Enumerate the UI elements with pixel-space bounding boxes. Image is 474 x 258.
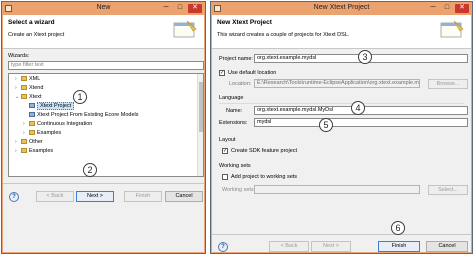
cancel-button[interactable]: Cancel — [165, 191, 203, 202]
create-sdk-checkbox[interactable]: ✓ — [222, 148, 228, 154]
callout-3: 3 — [358, 50, 372, 64]
language-group-divider — [219, 103, 464, 104]
tree-scrollbar[interactable] — [197, 74, 203, 176]
use-default-location-label: Use default location — [228, 70, 277, 76]
extensions-label: Extensions: — [219, 120, 248, 126]
tree-item-xml[interactable]: › XML — [15, 75, 40, 84]
wizard-banner: Select a wizard Create an Xtext project — [3, 15, 204, 49]
callout-6: 6 — [391, 221, 405, 235]
tree-item-label: Continuous Integration — [37, 121, 93, 127]
minimize-icon[interactable]: ─ — [160, 4, 172, 13]
add-working-sets-checkbox[interactable] — [222, 174, 228, 180]
working-sets-select[interactable] — [254, 185, 420, 194]
language-name-label: Name: — [226, 108, 243, 114]
next-button[interactable]: Next > — [311, 241, 351, 252]
tree-item-label: Examples — [37, 130, 62, 136]
new-xtext-project-window: New Xtext Project ─ □ ✕ New Xtext Projec… — [210, 1, 473, 254]
project-name-label: Project name: — [219, 56, 253, 62]
tree-item-examples-root[interactable]: › Examples — [15, 147, 53, 156]
tree-item-xtext-project[interactable]: Xtext Project — [29, 102, 75, 111]
extensions-input[interactable]: mydsl — [254, 118, 468, 127]
folder-icon — [29, 130, 35, 136]
title-bar[interactable]: New Xtext Project ─ □ ✕ — [211, 2, 472, 15]
back-button[interactable]: < Back — [269, 241, 309, 252]
tree-item-xtext[interactable]: ⌄ Xtext — [15, 93, 42, 102]
select-button[interactable]: Select... — [428, 185, 468, 195]
callout-1: 1 — [73, 90, 87, 104]
help-icon[interactable]: ? — [9, 192, 19, 202]
language-group-label: Language — [219, 95, 244, 101]
folder-icon — [29, 121, 35, 127]
use-default-location-checkbox[interactable]: ✓ — [219, 70, 225, 76]
minimize-icon[interactable]: ─ — [427, 4, 439, 13]
folder-icon — [21, 76, 27, 82]
browse-button[interactable]: Browse... — [428, 79, 468, 89]
location-input[interactable]: E:\Research\Tools\runtime-EclipseApplica… — [254, 79, 420, 88]
wizard-banner: New Xtext Project This wizard creates a … — [212, 15, 471, 49]
callout-2: 2 — [83, 163, 97, 177]
tree-item-xtext-from-ecore[interactable]: Xtext Project From Existing Ecore Models — [29, 111, 138, 120]
new-wizard-window: New ─ □ ✕ Select a wizard Create an Xtex… — [1, 1, 206, 254]
maximize-icon[interactable]: □ — [441, 4, 453, 13]
banner-title: Select a wizard — [8, 19, 55, 26]
wizard-icon — [29, 103, 35, 109]
tree-item-other[interactable]: › Other — [15, 138, 43, 147]
cancel-button[interactable]: Cancel — [426, 241, 468, 252]
folder-icon — [21, 94, 27, 100]
banner-description: This wizard creates a couple of projects… — [217, 32, 350, 38]
tree-item-label: XML — [29, 76, 41, 82]
button-bar-divider — [212, 234, 471, 235]
wizards-label: Wizards: — [8, 53, 30, 59]
working-sets-label: Working sets: — [222, 187, 256, 193]
add-working-sets-label: Add project to working sets — [231, 174, 298, 180]
folder-icon — [21, 148, 27, 154]
tree-item-examples[interactable]: › Examples — [23, 129, 61, 138]
create-sdk-label: Create SDK feature project — [231, 148, 298, 154]
close-icon[interactable]: ✕ — [455, 4, 469, 13]
title-bar[interactable]: New ─ □ ✕ — [2, 2, 205, 15]
folder-icon — [21, 139, 27, 145]
help-icon[interactable]: ? — [218, 242, 228, 252]
tree-item-label: Xtext Project From Existing Ecore Models — [37, 112, 139, 118]
close-icon[interactable]: ✕ — [188, 4, 202, 13]
banner-description: Create an Xtext project — [8, 32, 65, 38]
maximize-icon[interactable]: □ — [174, 4, 186, 13]
layout-group-label: Layout — [219, 137, 236, 143]
finish-button[interactable]: Finish — [378, 241, 420, 252]
next-button[interactable]: Next > — [76, 191, 114, 202]
callout-4: 4 — [351, 101, 365, 115]
wizard-tree[interactable]: › XML › Xtend ⌄ Xtext Xtext Project Xtext P… — [8, 73, 204, 177]
folder-icon — [21, 85, 27, 91]
scrollbar-thumb[interactable] — [199, 82, 203, 132]
back-button[interactable]: < Back — [36, 191, 74, 202]
finish-button[interactable]: Finish — [124, 191, 162, 202]
location-label: Location: — [229, 81, 252, 87]
banner-title: New Xtext Project — [217, 19, 272, 26]
working-sets-group-label: Working sets — [219, 163, 251, 169]
filter-input[interactable]: type filter text — [8, 61, 204, 70]
button-bar-divider — [3, 183, 204, 184]
tree-item-label: Xtext Project — [37, 102, 75, 110]
callout-5: 5 — [319, 118, 333, 132]
wizard-banner-icon — [173, 20, 197, 38]
tree-item-continuous-integration[interactable]: › Continuous Integration — [23, 120, 92, 129]
wizard-icon — [29, 112, 35, 118]
tree-item-xtend[interactable]: › Xtend — [15, 84, 43, 93]
tree-item-label: Other — [29, 139, 43, 145]
tree-item-label: Xtend — [29, 85, 44, 91]
tree-item-label: Xtext — [29, 94, 42, 100]
tree-item-label: Examples — [29, 148, 54, 154]
wizard-banner-icon — [440, 20, 464, 38]
